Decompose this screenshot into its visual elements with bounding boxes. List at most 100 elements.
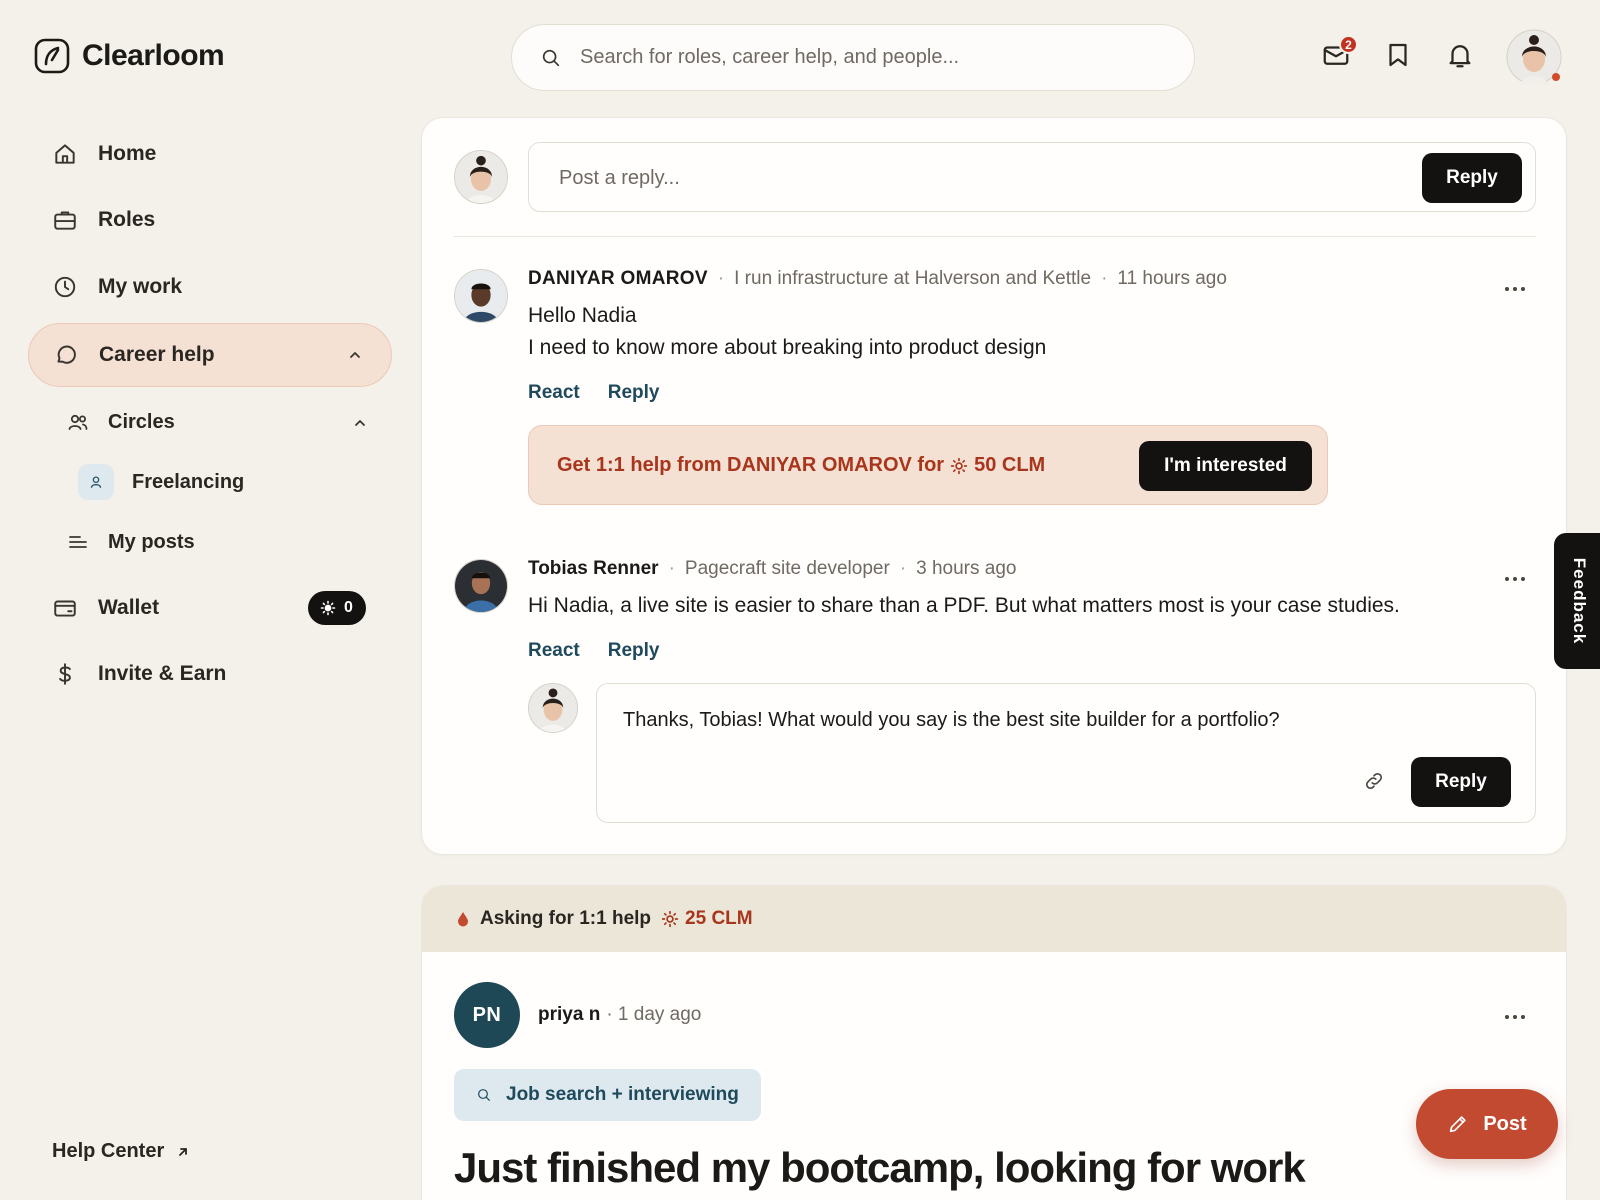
search-icon bbox=[542, 49, 560, 66]
comment-meta: Tobias Renner · Pagecraft site developer… bbox=[528, 558, 1016, 580]
im-interested-button[interactable]: I'm interested bbox=[1139, 441, 1312, 491]
comment-author[interactable]: DANIYAR OMAROV bbox=[528, 268, 708, 290]
reply-button[interactable]: Reply bbox=[1422, 153, 1522, 203]
new-post-label: Post bbox=[1483, 1112, 1527, 1135]
briefcase-icon bbox=[54, 211, 76, 230]
topic-tag[interactable]: Job search + interviewing bbox=[454, 1069, 761, 1121]
pencil-icon bbox=[1450, 1116, 1467, 1133]
clock-icon bbox=[54, 276, 76, 298]
offer-prefix: Get 1:1 help from DANIYAR OMAROV for bbox=[557, 454, 945, 476]
sidebar-item-career-help[interactable]: Career help bbox=[28, 323, 392, 387]
comment-text: Hi Nadia, a live site is easier to share… bbox=[528, 594, 1400, 617]
clearloom-logo-icon bbox=[34, 38, 70, 74]
post-author[interactable]: priya n bbox=[538, 1004, 600, 1026]
separator-dot: · bbox=[899, 558, 907, 579]
feedback-label: Feedback bbox=[1570, 557, 1589, 645]
sidebar-item-my-work[interactable]: My work bbox=[28, 255, 392, 319]
comment-actions: React Reply bbox=[528, 640, 660, 662]
bell-icon bbox=[1449, 45, 1471, 68]
post-author-avatar[interactable]: PN bbox=[454, 982, 520, 1048]
reply-placeholder: Post a reply... bbox=[559, 167, 680, 189]
offer-amount: 50 CLM bbox=[974, 454, 1046, 476]
sun-coin-icon bbox=[320, 600, 336, 616]
current-user-avatar bbox=[528, 683, 578, 733]
notifications-button[interactable] bbox=[1445, 40, 1475, 70]
more-options-icon[interactable] bbox=[1504, 576, 1526, 582]
offer-text: Get 1:1 help from DANIYAR OMAROV for 50 … bbox=[557, 454, 1045, 477]
person-icon bbox=[90, 476, 102, 488]
user-avatar-icon bbox=[455, 560, 507, 612]
sidebar-item-circles[interactable]: Circles bbox=[66, 410, 175, 434]
topic-tag-label: Job search + interviewing bbox=[506, 1084, 739, 1105]
comment-headline: I run infrastructure at Halverson and Ke… bbox=[734, 268, 1092, 289]
sidebar-item-invite-earn[interactable]: Invite & Earn bbox=[28, 642, 392, 706]
brand-logo[interactable]: Clearloom bbox=[34, 38, 225, 74]
user-avatar-icon bbox=[529, 684, 577, 732]
react-button[interactable]: React bbox=[528, 640, 580, 662]
request-amount: 25 CLM bbox=[661, 908, 753, 930]
sidebar-item-label: Roles bbox=[98, 208, 156, 231]
comment-author[interactable]: Tobias Renner bbox=[528, 558, 659, 580]
circle-avatar bbox=[78, 464, 114, 500]
wallet-balance: 0 bbox=[344, 599, 353, 616]
comment-text: Hello Nadia bbox=[528, 304, 637, 327]
sidebar-item-label: Freelancing bbox=[132, 470, 245, 493]
divider bbox=[454, 236, 1536, 237]
nested-reply-text[interactable]: Thanks, Tobias! What would you say is th… bbox=[623, 709, 1280, 732]
nested-reply-field[interactable]: Thanks, Tobias! What would you say is th… bbox=[596, 683, 1536, 823]
help-center-label: Help Center bbox=[52, 1140, 165, 1162]
inbox-button[interactable]: 2 bbox=[1321, 35, 1358, 70]
chevron-up-icon[interactable] bbox=[347, 347, 363, 363]
sidebar-item-label: Circles bbox=[108, 410, 175, 433]
reply-button[interactable]: Reply bbox=[1411, 757, 1511, 807]
comment-meta: DANIYAR OMAROV · I run infrastructure at… bbox=[528, 268, 1227, 290]
commenter-avatar[interactable] bbox=[454, 559, 508, 613]
sidebar-item-home[interactable]: Home bbox=[28, 122, 392, 186]
separator-dot: · bbox=[668, 558, 675, 579]
post-reply-field[interactable]: Post a reply... Reply bbox=[528, 142, 1536, 212]
sidebar-item-label: My posts bbox=[108, 530, 195, 553]
separator-dot: · bbox=[1101, 268, 1108, 289]
post-time: · 1 day ago bbox=[606, 1004, 702, 1025]
drop-icon bbox=[458, 912, 468, 927]
brand-name: Clearloom bbox=[82, 39, 225, 72]
search-input[interactable]: Search for roles, career help, and peopl… bbox=[580, 46, 959, 69]
link-icon[interactable] bbox=[1363, 770, 1385, 792]
sidebar-item-roles[interactable]: Roles bbox=[28, 188, 392, 252]
new-post-button[interactable]: Post bbox=[1416, 1089, 1558, 1159]
chevron-up-icon[interactable] bbox=[352, 415, 368, 431]
reply-link[interactable]: Reply bbox=[608, 640, 660, 662]
reply-link[interactable]: Reply bbox=[608, 382, 660, 404]
more-options-icon[interactable] bbox=[1504, 1014, 1526, 1020]
more-options-icon[interactable] bbox=[1504, 286, 1526, 292]
comment-headline: Pagecraft site developer bbox=[684, 558, 890, 579]
post-title[interactable]: Just finished my bootcamp, looking for w… bbox=[454, 1144, 1306, 1192]
list-icon bbox=[69, 536, 87, 548]
sidebar-item-my-posts[interactable]: My posts bbox=[66, 530, 195, 554]
comment-actions: React Reply bbox=[528, 382, 660, 404]
search-bar[interactable]: Search for roles, career help, and peopl… bbox=[511, 24, 1195, 91]
comment-time: 3 hours ago bbox=[916, 558, 1017, 579]
sidebar-item-wallet[interactable]: Wallet 0 bbox=[28, 576, 392, 640]
mail-count-badge: 2 bbox=[1339, 35, 1358, 54]
react-button[interactable]: React bbox=[528, 382, 580, 404]
sidebar-item-label: Home bbox=[98, 142, 157, 165]
saved-button[interactable] bbox=[1383, 40, 1413, 70]
sidebar-item-freelancing[interactable]: Freelancing bbox=[78, 464, 244, 500]
sidebar-item-label: Wallet bbox=[98, 596, 160, 619]
request-amount-value: 25 CLM bbox=[685, 908, 753, 929]
request-label: Asking for 1:1 help bbox=[480, 908, 652, 929]
search-icon bbox=[478, 1089, 490, 1101]
sidebar-item-label: Career help bbox=[99, 343, 215, 366]
sun-coin-icon bbox=[661, 910, 679, 928]
feedback-tab[interactable]: Feedback bbox=[1554, 533, 1600, 669]
help-center-link[interactable]: Help Center bbox=[52, 1140, 190, 1163]
wallet-icon bbox=[54, 600, 76, 617]
dollar-icon bbox=[59, 663, 71, 685]
commenter-avatar[interactable] bbox=[454, 269, 508, 323]
bookmark-icon bbox=[1389, 43, 1407, 67]
separator-dot: · bbox=[717, 268, 725, 289]
home-icon bbox=[55, 144, 75, 164]
user-avatar-icon bbox=[455, 270, 507, 322]
profile-avatar[interactable] bbox=[1506, 29, 1562, 85]
